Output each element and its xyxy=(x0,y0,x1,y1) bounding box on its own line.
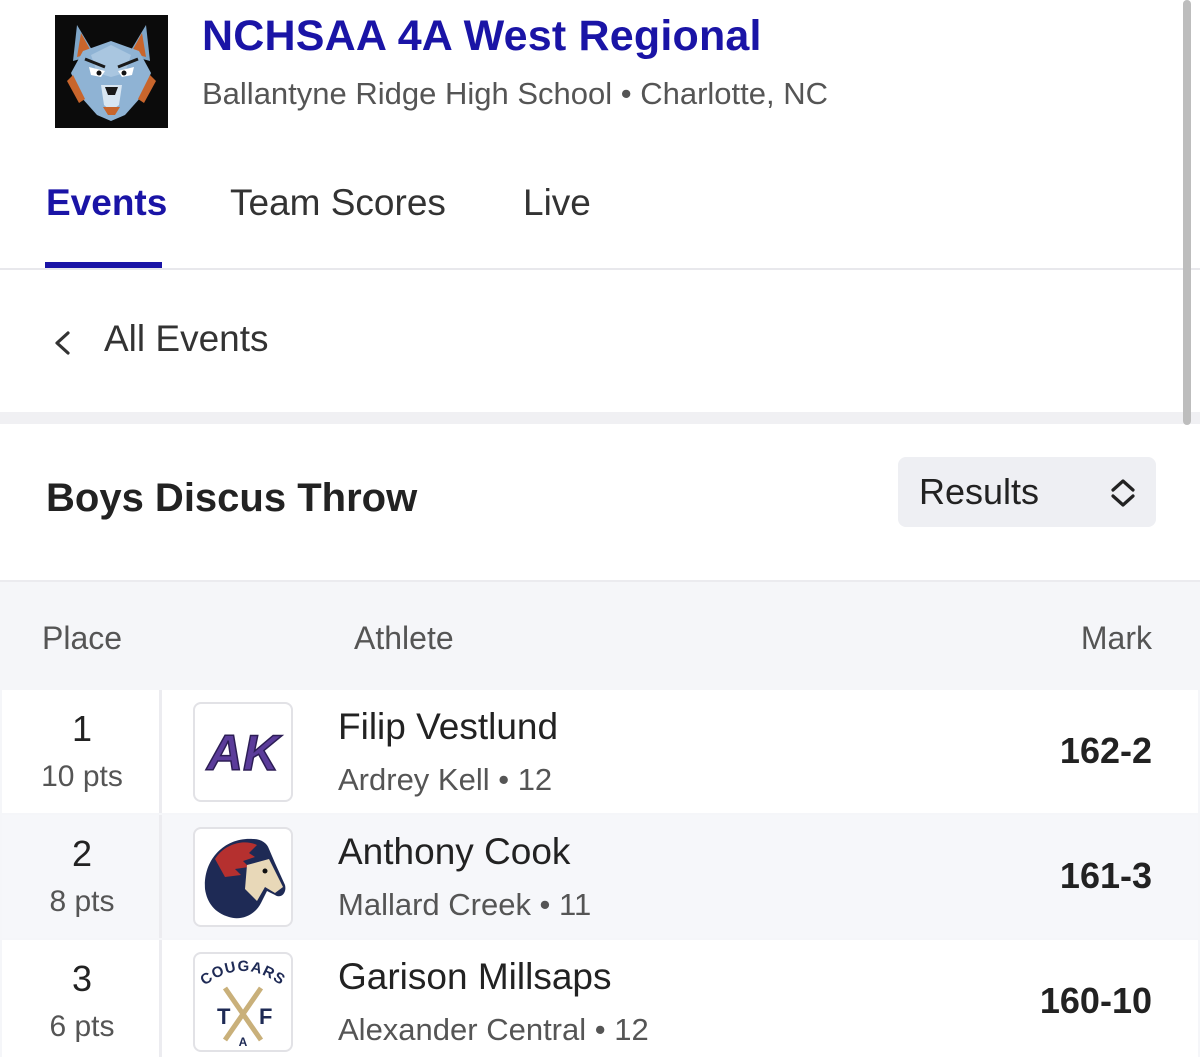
meet-title: NCHSAA 4A West Regional xyxy=(202,12,762,60)
place-points: 10 pts xyxy=(41,760,123,793)
column-header-mark: Mark xyxy=(1080,620,1152,656)
scrollbar[interactable] xyxy=(1183,0,1191,425)
svg-text:AK: AK xyxy=(205,725,283,781)
athlete-team-grade: Mallard Creek • 11 xyxy=(338,887,592,922)
wolf-logo-icon xyxy=(55,15,168,128)
mark-value: 162-2 xyxy=(1059,730,1152,771)
tab-bar: Events Team Scores Live xyxy=(0,160,1200,270)
meet-location: Ballantyne Ridge High School • Charlotte… xyxy=(202,76,829,111)
alexander-central-cougars-logo-icon: COUGARS T F A xyxy=(193,952,293,1052)
place-number: 1 xyxy=(71,708,93,749)
tab-events[interactable]: Events xyxy=(46,182,167,224)
up-down-chevron-icon xyxy=(1111,479,1135,507)
view-select-value: Results xyxy=(919,471,1040,512)
mark-value: 161-3 xyxy=(1059,855,1152,896)
athlete-team-grade: Alexander Central • 12 xyxy=(338,1012,649,1047)
place-cell: 3 6 pts xyxy=(2,940,162,1057)
section-divider xyxy=(0,412,1200,424)
table-row[interactable]: 1 10 pts AK Filip Vestlund Ardrey Kell •… xyxy=(2,690,1198,813)
svg-text:A: A xyxy=(239,1035,248,1049)
athlete-name[interactable]: Garison Millsaps xyxy=(338,956,611,998)
place-number: 3 xyxy=(71,958,93,999)
event-title: Boys Discus Throw xyxy=(46,476,418,520)
results-page: NCHSAA 4A West Regional Ballantyne Ridge… xyxy=(0,0,1200,1057)
place-cell: 2 8 pts xyxy=(2,815,162,938)
chevron-left-icon xyxy=(55,331,70,355)
results-view-select[interactable]: Results xyxy=(898,457,1156,527)
meet-header: NCHSAA 4A West Regional Ballantyne Ridge… xyxy=(0,0,1200,150)
athlete-name[interactable]: Filip Vestlund xyxy=(338,706,558,748)
table-row[interactable]: 3 6 pts COUGARS T F A Garison Millsaps A… xyxy=(2,940,1198,1057)
tab-team-scores[interactable]: Team Scores xyxy=(230,182,446,224)
ardrey-kell-logo-icon: AK xyxy=(193,702,293,802)
column-header-place: Place xyxy=(42,620,123,656)
active-tab-indicator xyxy=(45,262,162,268)
tab-live[interactable]: Live xyxy=(523,182,591,224)
place-points: 6 pts xyxy=(49,1010,115,1043)
mark-value: 160-10 xyxy=(1039,980,1152,1021)
place-cell: 1 10 pts xyxy=(2,690,162,813)
results-table: Place Athlete Mark 1 10 pts AK Filip Ves… xyxy=(0,580,1200,1057)
cougars-logo-text: COUGARS xyxy=(197,958,287,989)
svg-text:F: F xyxy=(259,1004,272,1029)
svg-text:COUGARS: COUGARS xyxy=(197,958,288,989)
mallard-creek-mustang-logo-icon xyxy=(193,827,293,927)
athlete-team-grade: Ardrey Kell • 12 xyxy=(338,762,553,797)
all-events-link[interactable]: All Events xyxy=(0,272,1200,412)
place-points: 8 pts xyxy=(49,885,115,918)
table-row[interactable]: 2 8 pts Anthony Cook Mallard Creek • 11 … xyxy=(2,815,1198,938)
all-events-label: All Events xyxy=(104,318,269,359)
place-number: 2 xyxy=(71,833,93,874)
athlete-name[interactable]: Anthony Cook xyxy=(338,831,570,873)
svg-text:T: T xyxy=(217,1004,231,1029)
column-header-athlete: Athlete xyxy=(354,620,454,656)
